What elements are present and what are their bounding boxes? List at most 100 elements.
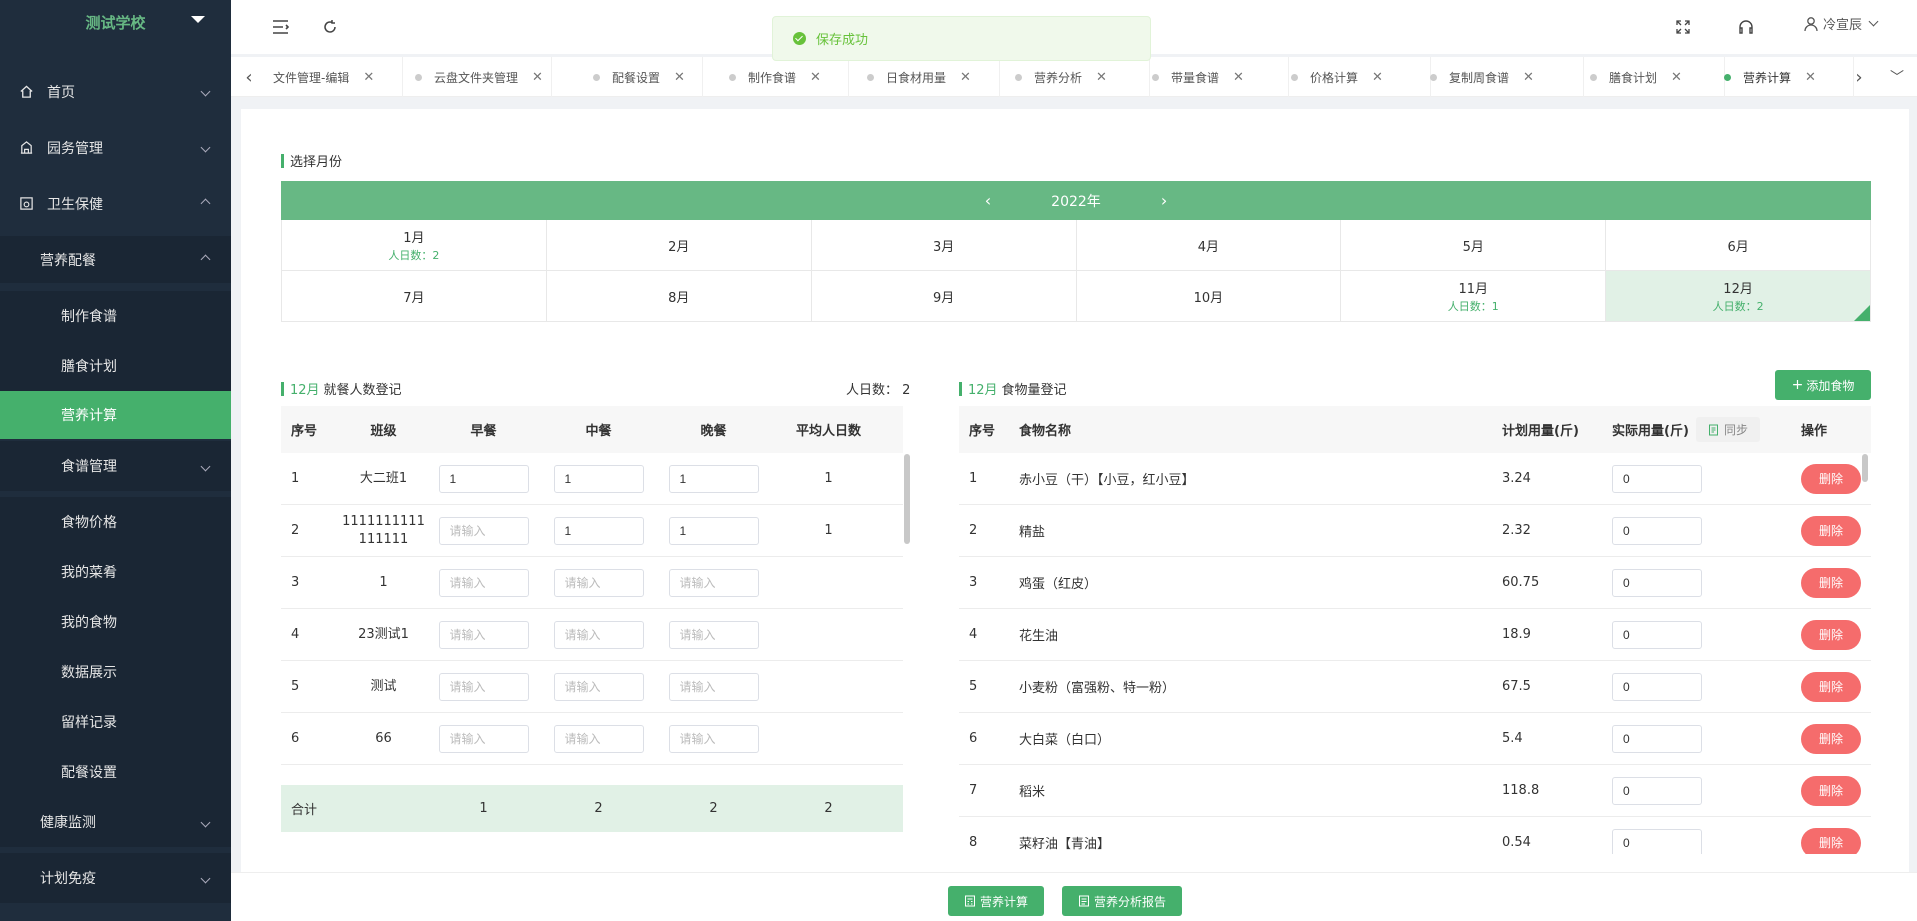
meal-count-input[interactable] [553,464,644,493]
month-cell[interactable]: 11月 人日数：1 [1341,271,1607,322]
meal-count-input[interactable] [553,672,644,701]
month-cell[interactable]: 7月 [282,271,547,322]
tab-cloud-folder[interactable]: 云盘文件夹管理 ✕ [415,57,552,97]
sidebar-item-nutrition-calc[interactable]: 营养计算 [0,391,231,439]
tab-copy-weekly[interactable]: 复制周食谱 ✕ [1430,57,1584,97]
month-cell[interactable]: 3月 [811,220,1077,271]
month-cell[interactable]: 1月 人日数：2 [282,220,547,271]
meal-count-input[interactable] [668,464,759,493]
close-icon[interactable]: ✕ [1096,70,1107,85]
actual-amount-input[interactable] [1612,568,1702,597]
actual-amount-input[interactable] [1612,620,1702,649]
meal-count-input[interactable] [438,724,529,753]
month-cell[interactable]: 5月 [1341,220,1607,271]
nutrition-calc-button[interactable]: 营养计算 [948,886,1044,916]
sidebar-item-immunization[interactable]: 计划免疫 [0,853,231,903]
refresh-icon[interactable] [319,16,341,38]
delete-button[interactable]: 删除 [1801,723,1861,754]
close-icon[interactable]: ✕ [1372,70,1383,85]
close-icon[interactable]: ✕ [1671,70,1682,85]
month-cell-selected[interactable]: 12月 人日数：2 [1606,271,1871,322]
sidebar-item-nutrition[interactable]: 营养配餐 [0,236,231,283]
tab-make-recipe[interactable]: 制作食谱 ✕ [729,57,849,97]
tabs-scroll-left-icon[interactable]: ‹ [233,57,265,97]
meal-count-input[interactable] [553,620,644,649]
sidebar-item-my-food[interactable]: 我的食物 [0,597,231,647]
delete-button[interactable]: 删除 [1801,827,1861,854]
meal-count-input[interactable] [438,672,529,701]
tab-nutrition-calc[interactable]: 营养计算 ✕ [1724,57,1854,97]
sidebar-item-make-recipe[interactable]: 制作食谱 [0,291,231,341]
tab-quantified-recipe[interactable]: 带量食谱 ✕ [1152,57,1289,97]
tabs-scroll-right-icon[interactable]: › [1843,57,1875,97]
close-icon[interactable]: ✕ [810,70,821,85]
attendance-scrollbar[interactable] [904,454,910,544]
month-cell[interactable]: 9月 [811,271,1077,322]
close-icon[interactable]: ✕ [1233,70,1244,85]
add-food-button[interactable]: + 添加食物 [1775,370,1871,400]
nutrition-report-button[interactable]: 营养分析报告 [1062,886,1182,916]
caret-down-icon[interactable] [191,16,205,23]
tab-diet-plan[interactable]: 膳食计划 ✕ [1590,57,1725,97]
month-cell[interactable]: 8月 [546,271,812,322]
sidebar-item-health-monitor[interactable]: 健康监测 [0,797,231,847]
tabs-dropdown-icon[interactable]: ﹀ [1881,57,1913,97]
meal-count-input[interactable] [553,568,644,597]
meal-count-input[interactable] [668,516,759,545]
close-icon[interactable]: ✕ [532,70,543,85]
delete-button[interactable]: 删除 [1801,515,1861,546]
meal-count-input[interactable] [668,568,759,597]
delete-button[interactable]: 删除 [1801,567,1861,598]
delete-button[interactable]: 删除 [1801,775,1861,806]
sidebar-item-recipe-manage[interactable]: 食谱管理 [0,441,231,491]
sidebar-item-my-dishes[interactable]: 我的菜肴 [0,547,231,597]
close-icon[interactable]: ✕ [1523,70,1534,85]
delete-button[interactable]: 删除 [1801,619,1861,650]
fullscreen-icon[interactable] [1672,16,1694,38]
meal-count-input[interactable] [668,672,759,701]
meal-count-input[interactable] [438,568,529,597]
menu-collapse-icon[interactable] [270,16,292,38]
actual-amount-input[interactable] [1612,672,1702,701]
sidebar-item-admin[interactable]: 园务管理 [0,124,231,171]
meal-count-input[interactable] [668,620,759,649]
meal-count-input[interactable] [553,516,644,545]
actual-amount-input[interactable] [1612,516,1702,545]
sync-button[interactable]: 同步 [1696,417,1761,442]
month-cell[interactable]: 10月 [1076,271,1342,322]
sidebar-item-food-price[interactable]: 食物价格 [0,497,231,547]
delete-button[interactable]: 删除 [1801,463,1861,494]
meal-count-input[interactable] [438,464,529,493]
month-cell[interactable]: 6月 [1606,220,1871,271]
tab-file-edit[interactable]: 文件管理-编辑 ✕ [273,57,403,97]
actual-amount-input[interactable] [1612,464,1702,493]
sidebar-item-diet-plan[interactable]: 膳食计划 [0,341,231,391]
month-cell[interactable]: 2月 [546,220,812,271]
tab-price-calc[interactable]: 价格计算 ✕ [1291,57,1431,97]
school-switcher[interactable]: 测试学校 [0,0,231,44]
meal-count-input[interactable] [438,620,529,649]
prev-year-icon[interactable]: ‹ [985,191,991,210]
close-icon[interactable]: ✕ [960,70,971,85]
close-icon[interactable]: ✕ [674,70,685,85]
tab-nutrition-analysis[interactable]: 营养分析 ✕ [1015,57,1150,97]
actual-amount-input[interactable] [1612,828,1702,854]
sidebar-item-health[interactable]: 卫生保健 [0,180,231,227]
close-icon[interactable]: ✕ [363,70,374,85]
headset-icon[interactable] [1735,16,1757,38]
close-icon[interactable]: ✕ [1805,70,1816,85]
sidebar-item-meal-settings[interactable]: 配餐设置 [0,747,231,797]
delete-button[interactable]: 删除 [1801,671,1861,702]
month-cell[interactable]: 4月 [1076,220,1342,271]
meal-count-input[interactable] [438,516,529,545]
next-year-icon[interactable]: › [1161,191,1167,210]
meal-count-input[interactable] [553,724,644,753]
food-scrollbar[interactable] [1862,454,1868,482]
sidebar-item-sample-record[interactable]: 留样记录 [0,697,231,747]
tab-meal-settings[interactable]: 配餐设置 ✕ [593,57,703,97]
tab-daily-ingredients[interactable]: 日食材用量 ✕ [867,57,1000,97]
sidebar-item-data-display[interactable]: 数据展示 [0,647,231,697]
user-menu[interactable]: 冷宣辰 [1803,14,1879,33]
actual-amount-input[interactable] [1612,724,1702,753]
actual-amount-input[interactable] [1612,776,1702,805]
